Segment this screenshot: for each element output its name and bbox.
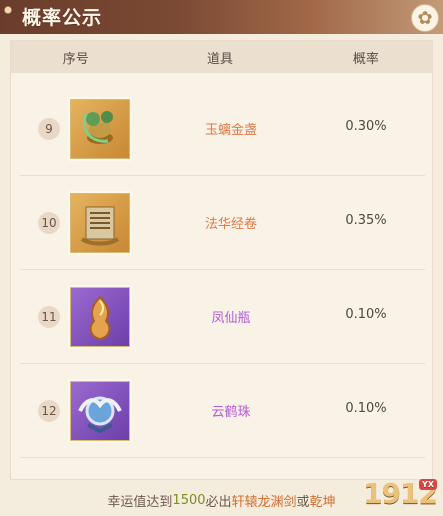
table-row: 10 法华经卷 0.35% xyxy=(20,181,425,270)
item-rate: 0.10% xyxy=(345,401,387,416)
table-row: 9 玉螭金盏 0.30% xyxy=(20,87,425,176)
footer-prefix: 幸运值达到 xyxy=(107,494,173,510)
luck-value: 1500 xyxy=(172,492,206,508)
watermark-logo: 1912 YX xyxy=(363,477,438,510)
crane-pearl-icon[interactable] xyxy=(68,379,132,443)
watermark-tag: YX xyxy=(419,479,437,490)
row-number: 11 xyxy=(38,306,60,328)
item-rate: 0.30% xyxy=(345,119,387,134)
item-rate: 0.10% xyxy=(345,307,387,322)
table-row: 11 凤仙瓶 0.10% xyxy=(20,275,425,364)
close-button[interactable]: ✿ xyxy=(411,4,439,32)
scroll-icon[interactable] xyxy=(68,191,132,255)
jade-cup-icon[interactable] xyxy=(68,97,132,161)
row-number: 10 xyxy=(38,212,60,234)
item-rate: 0.35% xyxy=(345,213,387,228)
item-name: 凤仙瓶 xyxy=(211,311,251,326)
panel-title: 概率公示 xyxy=(22,7,103,29)
rate-header: 概率 xyxy=(352,51,379,67)
probability-table: 序号 道具 概率 9 玉螭金盏 0.30% 10 法华经卷 0.35% 11 凤… xyxy=(10,40,433,480)
seq-header: 序号 xyxy=(62,51,89,67)
item-name: 玉螭金盏 xyxy=(204,123,257,138)
corner-ornament-icon xyxy=(0,0,18,34)
row-number: 12 xyxy=(38,400,60,422)
flower-close-icon: ✿ xyxy=(417,7,433,29)
footer-or: 或 xyxy=(296,494,310,510)
title-bar: 概率公示 xyxy=(0,0,443,34)
item-name: 云鹤珠 xyxy=(211,405,251,420)
table-row: 12 云鹤珠 0.10% xyxy=(20,369,425,458)
row-number: 9 xyxy=(38,118,60,140)
footer-middle: 必出 xyxy=(205,494,232,510)
item-name: 法华经卷 xyxy=(204,217,257,232)
reward-item-a: 轩辕龙渊剑 xyxy=(231,494,297,510)
reward-item-b: 乾坤 xyxy=(309,494,336,510)
probability-panel: 概率公示 ✿ 序号 道具 概率 9 玉螭金盏 0.30% 10 法华经卷 0.3… xyxy=(0,0,443,516)
table-header: 序号 道具 概率 xyxy=(11,41,432,73)
item-header: 道具 xyxy=(207,51,234,67)
phoenix-vase-icon[interactable] xyxy=(68,285,132,349)
